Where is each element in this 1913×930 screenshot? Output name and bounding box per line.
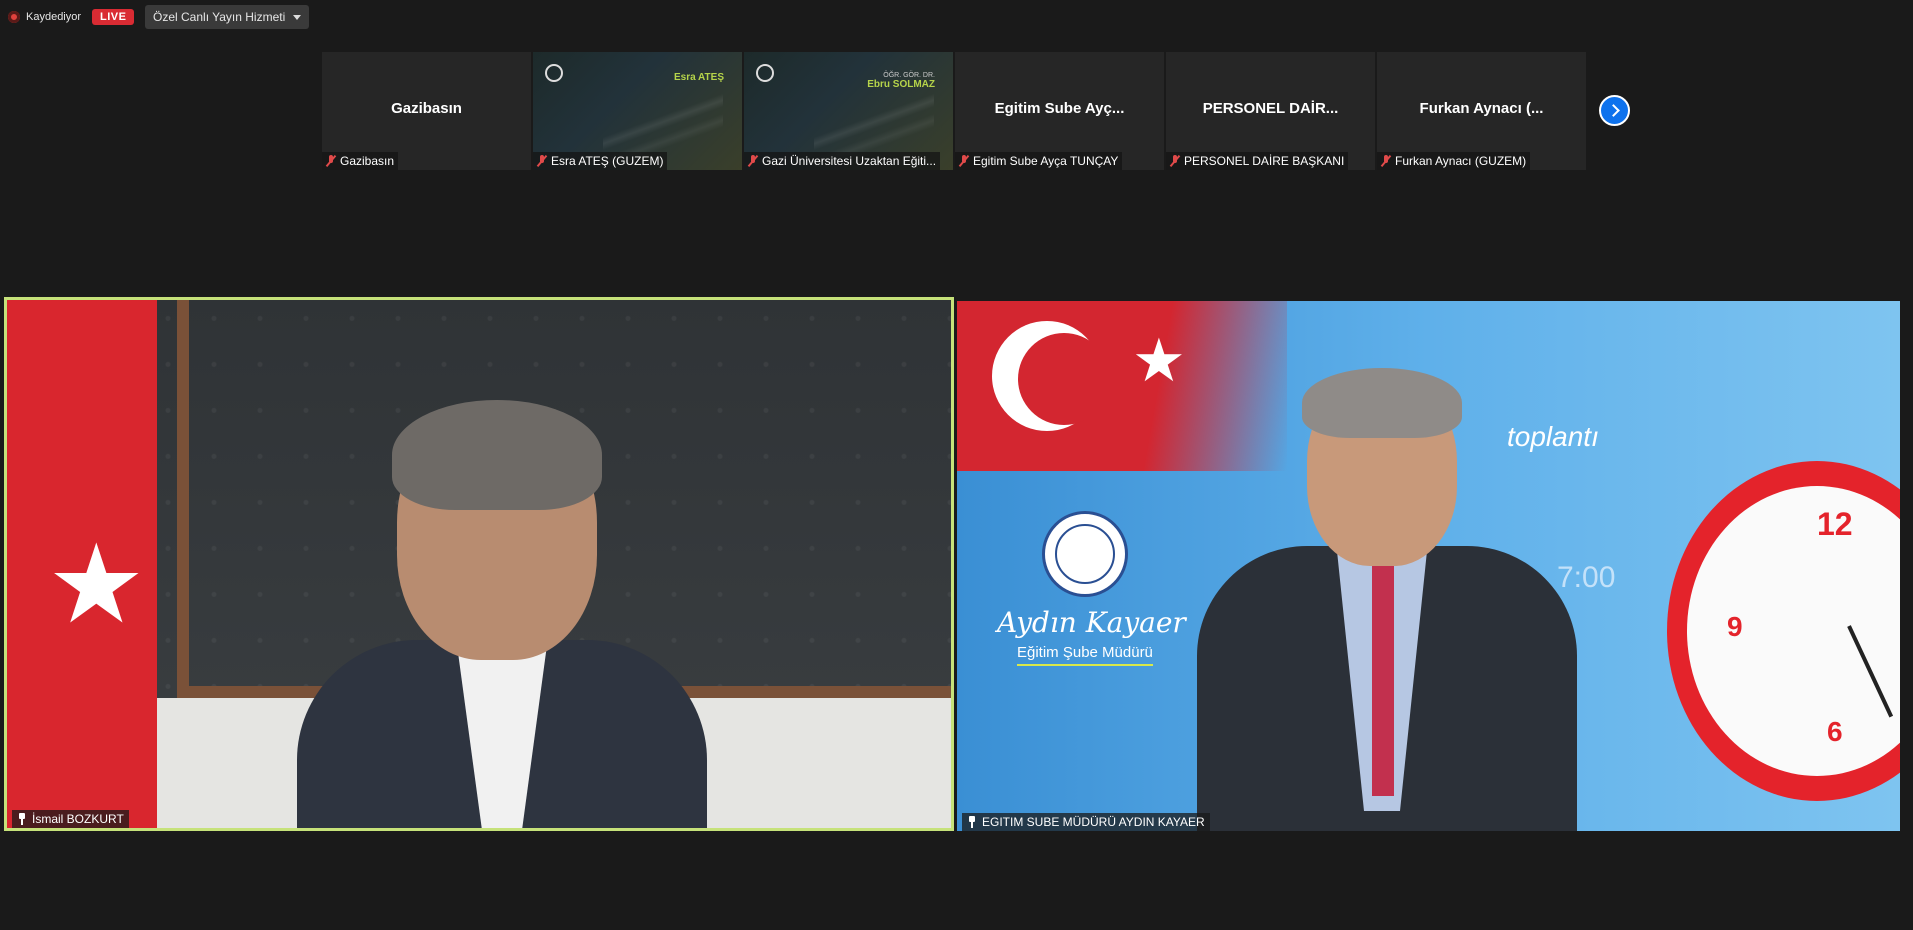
participant-tile[interactable]: Egitim Sube Ayç... Egitim Sube Ayça TUNÇ… bbox=[955, 52, 1164, 170]
mic-muted-icon bbox=[1381, 155, 1391, 167]
participant-person bbox=[297, 400, 707, 828]
university-logo-icon bbox=[545, 64, 563, 82]
stream-service-dropdown[interactable]: Özel Canlı Yayın Hizmeti bbox=[145, 5, 310, 29]
virtual-bg-time: 7:00 bbox=[1557, 561, 1616, 594]
participant-label: PERSONEL DAİRE BAŞKANI bbox=[1166, 152, 1349, 170]
next-page-button[interactable] bbox=[1599, 95, 1630, 126]
mic-muted-icon bbox=[748, 155, 758, 167]
participant-display-name: Gazibasın bbox=[391, 100, 462, 117]
speaker-video-right[interactable]: ★ Aydın Kayaer Eğitim Şube Müdürü toplan… bbox=[957, 301, 1900, 831]
pin-icon bbox=[17, 813, 27, 825]
participant-display-name: Egitim Sube Ayç... bbox=[994, 100, 1125, 117]
participant-tile[interactable]: Gazibasın Gazibasın bbox=[322, 52, 531, 170]
university-logo-icon bbox=[756, 64, 774, 82]
participant-tile[interactable]: PERSONEL DAİR... PERSONEL DAİRE BAŞKANI bbox=[1166, 52, 1375, 170]
mic-muted-icon bbox=[1170, 155, 1180, 167]
participant-tile[interactable]: Esra ATEŞ Esra ATEŞ (GUZEM) bbox=[533, 52, 742, 170]
participant-person bbox=[1197, 368, 1577, 831]
participant-display-name: Furkan Aynacı (... bbox=[1419, 100, 1544, 117]
meeting-top-bar: Kaydediyor LIVE Özel Canlı Yayın Hizmeti bbox=[0, 0, 1913, 34]
mic-muted-icon bbox=[326, 155, 336, 167]
participant-label: Esra ATEŞ (GUZEM) bbox=[533, 152, 668, 170]
participant-name-tag: İsmail BOZKURT bbox=[12, 810, 129, 828]
university-seal-icon bbox=[1042, 511, 1128, 597]
recording-label: Kaydediyor bbox=[26, 11, 82, 23]
participant-label: Gazibasın bbox=[322, 152, 399, 170]
video-overlay-name: Esra ATEŞ bbox=[673, 72, 724, 83]
participant-label: Gazi Üniversitesi Uzaktan Eğiti... bbox=[744, 152, 941, 170]
participant-label: Egitim Sube Ayça TUNÇAY bbox=[955, 152, 1123, 170]
live-badge[interactable]: LIVE bbox=[92, 9, 135, 25]
recording-indicator[interactable]: Kaydediyor bbox=[8, 11, 81, 23]
turkish-flag: ★ bbox=[7, 300, 157, 828]
participant-strip: Gazibasın Gazibasın Esra ATEŞ Esra ATEŞ … bbox=[322, 52, 1588, 170]
virtual-bg-role: Eğitim Şube Müdürü bbox=[1017, 644, 1153, 666]
participant-display-name: PERSONEL DAİR... bbox=[1202, 100, 1339, 117]
participant-tile[interactable]: ÖĞR. GÖR. DR. Ebru SOLMAZ Gazi Üniversit… bbox=[744, 52, 953, 170]
participant-tile[interactable]: Furkan Aynacı (... Furkan Aynacı (GUZEM) bbox=[1377, 52, 1586, 170]
chevron-down-icon bbox=[293, 14, 302, 20]
participant-name-tag: EGITIM SUBE MÜDÜRÜ AYDIN KAYAER bbox=[962, 813, 1210, 831]
record-icon bbox=[8, 11, 20, 23]
video-overlay-name: ÖĞR. GÖR. DR. Ebru SOLMAZ bbox=[867, 72, 935, 90]
participant-label: Furkan Aynacı (GUZEM) bbox=[1377, 152, 1531, 170]
virtual-bg-signature: Aydın Kayaer bbox=[997, 606, 1186, 639]
speaker-video-left[interactable]: ★ İsmail BOZKURT bbox=[4, 297, 954, 831]
stream-service-label: Özel Canlı Yayın Hizmeti bbox=[153, 10, 286, 24]
mic-muted-icon bbox=[537, 155, 547, 167]
pin-icon bbox=[967, 816, 977, 828]
mic-muted-icon bbox=[959, 155, 969, 167]
